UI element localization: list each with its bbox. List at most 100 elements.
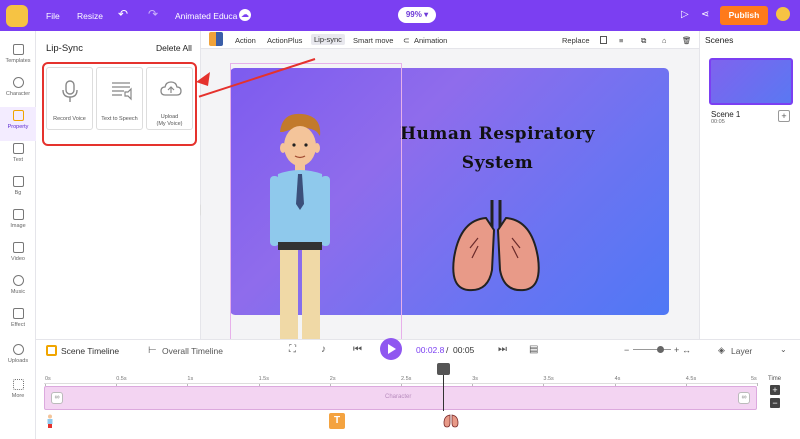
- sidebar-item-music[interactable]: Music: [0, 272, 36, 306]
- panel-title: Lip-Sync: [46, 43, 83, 54]
- playhead-handle[interactable]: [437, 363, 450, 375]
- redo-icon[interactable]: ↷: [148, 7, 158, 21]
- sidebar-item-label: Text: [12, 157, 24, 163]
- fit-screen-icon[interactable]: ⛶: [289, 344, 296, 355]
- character-track[interactable]: ∞ Character ∞: [44, 386, 757, 410]
- tab-smart-move[interactable]: Smart move: [353, 36, 393, 45]
- undo-icon[interactable]: ↶: [118, 7, 128, 21]
- sidebar-item-label: Music: [10, 289, 26, 295]
- ruler-tick-label: 1s: [187, 376, 194, 382]
- ruler-tick-label: 2s: [329, 376, 336, 382]
- sidebar-item-bg[interactable]: Bg: [0, 173, 36, 207]
- microphone-icon[interactable]: ♪: [321, 344, 326, 355]
- left-sidebar: Templates Character Property Text Bg Ima…: [0, 31, 36, 439]
- app-window: File Resize ↶ ↷ Animated Educa ☁ 99% ▾ ▷…: [0, 0, 800, 439]
- tab-scene-timeline[interactable]: Scene Timeline: [61, 346, 119, 356]
- replace-button[interactable]: Replace: [562, 36, 590, 45]
- zoom-slider[interactable]: [633, 349, 671, 350]
- image-icon: [12, 209, 24, 220]
- scene-thumbnail[interactable]: [709, 58, 793, 105]
- add-scene-button[interactable]: +: [778, 110, 790, 122]
- character-thumb[interactable]: [209, 32, 223, 46]
- character-icon: [12, 77, 24, 88]
- collapse-timeline-icon[interactable]: ⌄: [780, 345, 787, 354]
- play-button[interactable]: [380, 338, 402, 360]
- sidebar-item-label: Effect: [11, 322, 25, 328]
- file-menu[interactable]: File: [46, 11, 60, 21]
- delete-icon[interactable]: 🗑: [682, 36, 692, 45]
- caption-icon[interactable]: ▤: [529, 344, 538, 355]
- time-zoom-in-button[interactable]: +: [770, 385, 780, 395]
- character-figure[interactable]: [268, 112, 332, 339]
- video-icon: [12, 242, 24, 253]
- sidebar-item-label: Character: [5, 91, 31, 97]
- tab-lipsync[interactable]: Lip-sync: [311, 34, 345, 45]
- preview-icon[interactable]: ▷: [681, 9, 689, 20]
- scenes-panel: Scenes Scene 1 00:05 +: [699, 31, 800, 339]
- layer-icon[interactable]: ⧉: [641, 36, 646, 46]
- ruler-tick-label: 3.5s: [543, 376, 554, 382]
- slide-title-line2[interactable]: System: [380, 153, 615, 173]
- ruler-tick: [757, 383, 758, 386]
- play-icon: [388, 344, 396, 354]
- track-label: Character: [385, 394, 412, 400]
- publish-button[interactable]: Publish: [720, 6, 768, 25]
- flip-icon[interactable]: [600, 36, 607, 44]
- lungs-layer-marker[interactable]: [443, 413, 459, 428]
- arrow-head-icon: [196, 72, 210, 86]
- skip-forward-icon[interactable]: ⏭: [498, 344, 507, 355]
- sidebar-item-templates[interactable]: Templates: [0, 41, 36, 75]
- sidebar-item-video[interactable]: Video: [0, 239, 36, 273]
- avatar[interactable]: [776, 7, 790, 21]
- sidebar-item-character[interactable]: Character: [0, 74, 36, 108]
- sidebar-item-label: Templates: [5, 58, 31, 64]
- sidebar-item-label: More: [11, 393, 25, 399]
- slide-title-line1[interactable]: Human Respiratory: [380, 124, 615, 144]
- zoom-dropdown[interactable]: 99% ▾: [398, 7, 436, 23]
- share-icon[interactable]: ⋖: [701, 9, 709, 20]
- current-time: 00:02.8: [416, 345, 445, 355]
- align-icon[interactable]: ≡: [619, 36, 623, 45]
- tab-actionplus[interactable]: ActionPlus: [267, 36, 302, 45]
- project-name[interactable]: Animated Educa: [175, 11, 237, 21]
- total-time: 00:05: [453, 345, 475, 355]
- ruler-tick-label: 0.5s: [116, 376, 127, 382]
- scene-name[interactable]: Scene 1: [711, 110, 740, 119]
- link-icon[interactable]: ∞: [51, 392, 63, 404]
- character-layer-marker[interactable]: [46, 414, 54, 428]
- delete-all-button[interactable]: Delete All: [156, 43, 192, 53]
- text-layer-marker[interactable]: T: [329, 413, 345, 429]
- sidebar-item-uploads[interactable]: Uploads: [0, 341, 36, 375]
- effect-icon: [12, 308, 24, 319]
- lungs-illustration[interactable]: [448, 196, 544, 296]
- background-icon: [12, 176, 24, 187]
- sidebar-item-more[interactable]: More: [0, 376, 36, 410]
- tab-action[interactable]: Action: [235, 36, 256, 45]
- music-icon: [12, 275, 24, 286]
- layer-toggle[interactable]: Layer: [731, 346, 752, 356]
- link-icon[interactable]: ∞: [738, 392, 750, 404]
- animation-icon: ⊂: [403, 36, 410, 45]
- ruler-baseline: [44, 383, 757, 384]
- lock-icon[interactable]: ⌂: [662, 36, 667, 45]
- sidebar-item-image[interactable]: Image: [0, 206, 36, 240]
- tab-overall-timeline[interactable]: Overall Timeline: [162, 346, 223, 356]
- sidebar-item-text[interactable]: Text: [0, 140, 36, 174]
- playhead-line: [443, 375, 444, 411]
- sidebar-item-effect[interactable]: Effect: [0, 305, 36, 339]
- zoom-in-icon[interactable]: +: [674, 345, 679, 355]
- sidebar-item-property[interactable]: Property: [0, 107, 36, 141]
- sidebar-item-label: Uploads: [7, 358, 29, 364]
- tab-animation[interactable]: Animation: [414, 36, 447, 45]
- zoom-slider-handle[interactable]: [657, 346, 664, 353]
- skip-back-icon[interactable]: ⏮: [353, 344, 362, 355]
- scene-duration: 00:05: [711, 119, 725, 125]
- resize-menu[interactable]: Resize: [77, 11, 103, 21]
- expand-icon[interactable]: ↔: [682, 345, 691, 355]
- ruler-tick-label: 1.5s: [258, 376, 269, 382]
- templates-icon: [12, 44, 24, 55]
- time-zoom-out-button[interactable]: −: [770, 398, 780, 408]
- app-logo[interactable]: [6, 5, 28, 27]
- top-bar: File Resize ↶ ↷ Animated Educa ☁ 99% ▾ ▷…: [0, 0, 800, 31]
- zoom-out-icon[interactable]: −: [624, 345, 629, 355]
